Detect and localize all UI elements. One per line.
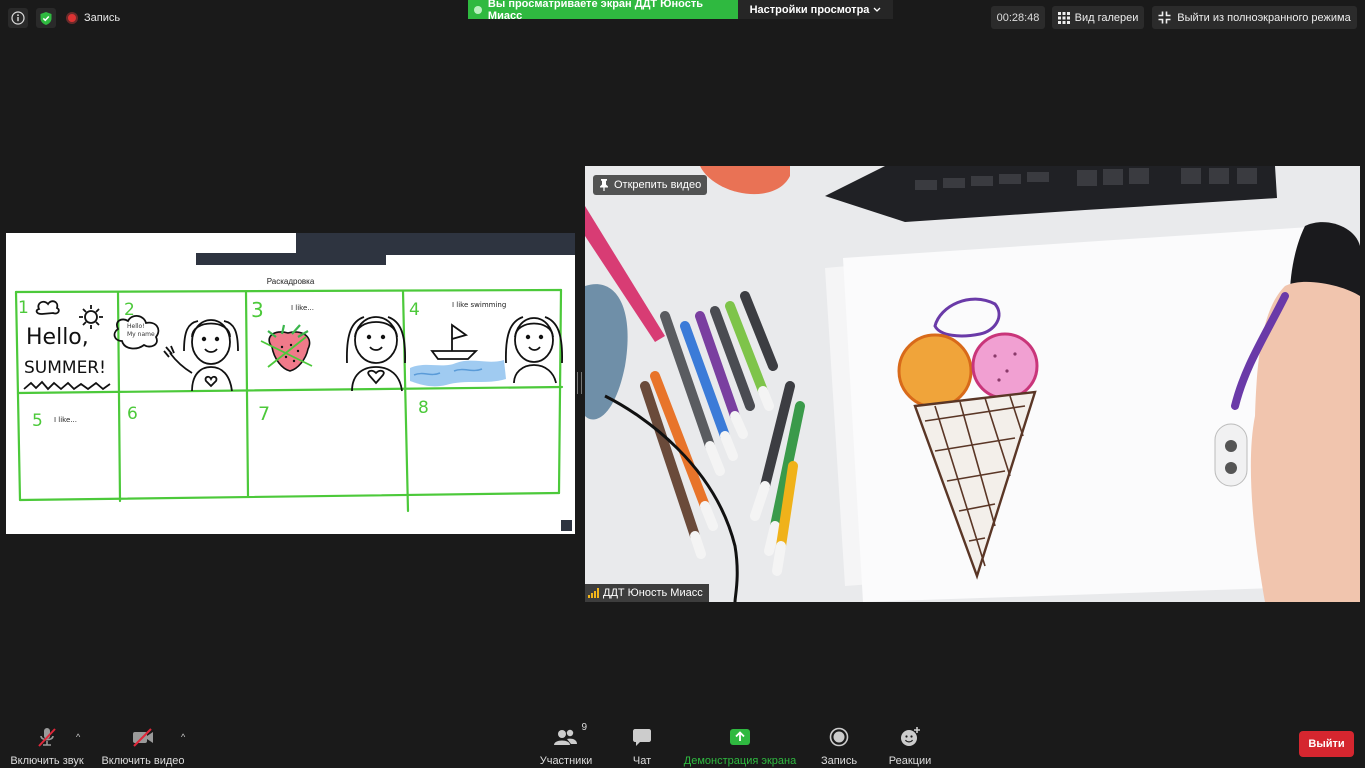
unmute-label: Включить звук <box>10 755 84 767</box>
chat-label: Чат <box>632 755 652 767</box>
participants-button[interactable]: 9 Участники <box>536 718 596 768</box>
panel2-caption-art: Hello! My name <box>127 323 155 338</box>
share-screen-label: Демонстрация экрана <box>683 755 797 767</box>
start-video-button[interactable]: Включить видео <box>100 718 186 768</box>
panel-number-3: 3 <box>251 298 264 322</box>
panel-number-8: 8 <box>418 398 429 418</box>
audio-options-caret-icon[interactable]: ^ <box>76 732 80 742</box>
record-button[interactable]: Запись <box>816 718 862 768</box>
recording-indicator[interactable]: Запись <box>66 9 120 27</box>
chat-bubble-icon <box>633 729 651 746</box>
panel-number-6: 6 <box>127 404 138 424</box>
panel-number-5: 5 <box>32 411 43 431</box>
meeting-toolbar: Включить звук ^ Включить видео ^ 9 Участ… <box>0 718 1365 768</box>
leave-meeting-button[interactable]: Выйти <box>1299 731 1354 757</box>
panel-number-4: 4 <box>409 300 420 320</box>
share-screen-icon <box>730 729 750 745</box>
panel-number-1: 1 <box>18 298 29 318</box>
panel4-caption: I like swimming <box>452 301 506 309</box>
share-banner-text: Вы просматриваете экран ДДТ Юность Миасс <box>487 0 704 22</box>
start-video-label: Включить видео <box>101 755 185 767</box>
exit-fullscreen-icon <box>1158 11 1171 24</box>
hello-text-art: Hello, <box>26 325 89 350</box>
panel5-caption: I like... <box>54 416 77 424</box>
storyboard-drawing: Hello, SUMMER! Hello! My name I like... … <box>14 288 564 513</box>
reactions-button[interactable]: Реакции <box>884 718 936 768</box>
panel-number-7: 7 <box>258 403 270 425</box>
split-divider-handle[interactable] <box>577 372 582 394</box>
gallery-view-button[interactable]: Вид галереи <box>1052 6 1144 29</box>
video-camera-off-icon <box>133 728 153 747</box>
record-icon <box>829 727 849 747</box>
top-bar: Запись Вы просматриваете экран ДДТ Юност… <box>0 0 1365 36</box>
chat-button[interactable]: Чат <box>620 718 664 768</box>
participants-label: Участники <box>539 755 593 767</box>
gallery-view-label: Вид галереи <box>1074 11 1139 24</box>
reactions-smiley-icon <box>901 727 920 746</box>
participant-name-tag: ДДТ Юность Миасс <box>585 584 709 602</box>
unpin-video-button[interactable]: Открепить видео <box>593 175 708 195</box>
panel3-caption: I like... <box>291 304 314 312</box>
unmute-button[interactable]: Включить звук <box>8 718 86 768</box>
participants-icon <box>554 729 577 745</box>
shared-screen: Раскадровка Hello, SUMMER! Hello! My nam… <box>6 233 575 534</box>
record-dot-icon <box>66 12 78 24</box>
panel-number-2: 2 <box>124 300 135 320</box>
shared-corner-widget <box>561 520 572 531</box>
unpin-video-label: Открепить видео <box>614 179 702 191</box>
exit-fullscreen-label: Выйти из полноэкранного режима <box>1177 11 1351 24</box>
share-screen-button[interactable]: Демонстрация экрана <box>682 718 798 768</box>
security-shield-icon[interactable] <box>36 8 56 28</box>
record-label: Запись <box>820 755 858 767</box>
video-options-caret-icon[interactable]: ^ <box>181 732 185 742</box>
meeting-info-icon[interactable] <box>8 8 28 28</box>
chevron-down-icon <box>873 7 881 12</box>
green-dot-icon <box>474 5 482 14</box>
participant-video[interactable]: Открепить видео ДДТ Юность Миасс <box>585 166 1360 602</box>
meeting-timer: 00:28:48 <box>991 6 1045 29</box>
screen-share-banner: Вы просматриваете экран ДДТ Юность Миасс <box>468 0 738 22</box>
summer-text-art: SUMMER! <box>24 358 106 378</box>
exit-fullscreen-button[interactable]: Выйти из полноэкранного режима <box>1152 6 1357 29</box>
video-frame <box>585 166 1360 602</box>
participant-name: ДДТ Юность Миасс <box>603 587 703 599</box>
pin-icon <box>600 179 608 191</box>
view-settings-label: Настройки просмотра <box>749 3 870 16</box>
microphone-muted-icon <box>38 728 56 747</box>
participants-count: 9 <box>581 722 587 733</box>
view-settings-dropdown[interactable]: Настройки просмотра <box>738 0 893 19</box>
recording-label: Запись <box>84 12 121 24</box>
reactions-label: Реакции <box>888 755 932 767</box>
signal-strength-icon <box>588 588 599 598</box>
grid-icon <box>1057 11 1070 24</box>
